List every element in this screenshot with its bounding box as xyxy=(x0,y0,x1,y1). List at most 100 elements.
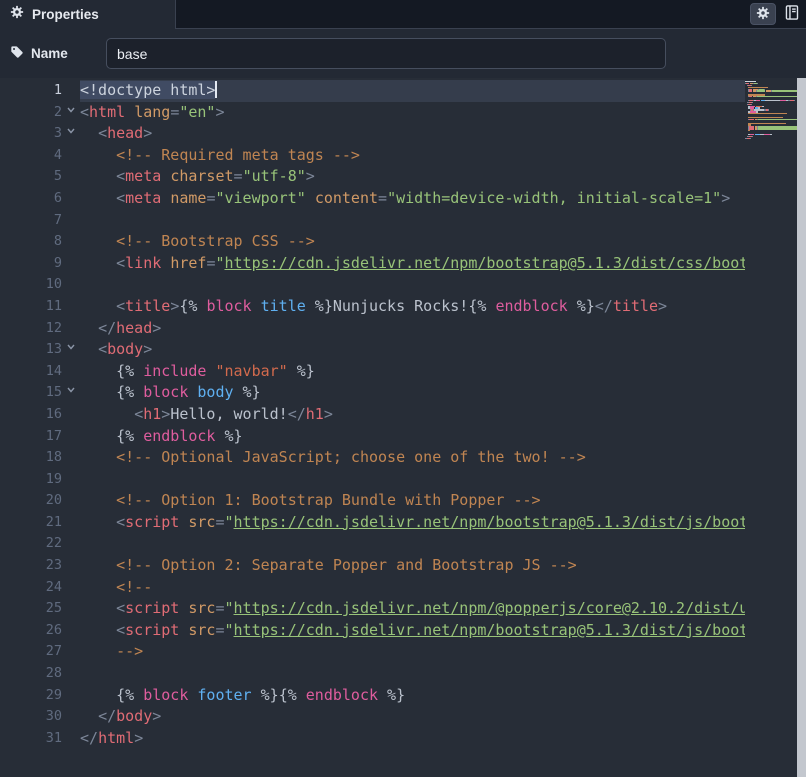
line-number: 9 xyxy=(53,254,62,271)
code-line[interactable]: 10 xyxy=(0,274,745,296)
token: html xyxy=(89,102,126,121)
minimap[interactable] xyxy=(745,81,797,140)
code-text: <script src="https://cdn.jsdelivr.net/np… xyxy=(80,620,745,642)
minimap-token xyxy=(748,113,787,115)
docs-button[interactable] xyxy=(784,4,801,24)
token: title xyxy=(260,296,306,315)
tab-properties[interactable]: Properties xyxy=(0,0,176,29)
token: %} xyxy=(378,685,406,704)
scrollbar[interactable] xyxy=(797,78,806,777)
code-line[interactable]: 24 <!-- xyxy=(0,577,745,599)
token: https://cdn.jsdelivr.net/npm/bootstrap@5… xyxy=(233,620,745,639)
code-line[interactable]: 16 <h1>Hello, world!</h1> xyxy=(0,404,745,426)
code-line[interactable]: 11 <title>{% block title %}Nunjucks Rock… xyxy=(0,296,745,318)
minimap-token xyxy=(762,105,764,107)
token: %} xyxy=(233,383,261,402)
token: < xyxy=(116,512,126,531)
code-line[interactable]: 23 <!-- Option 2: Separate Popper and Bo… xyxy=(0,555,745,577)
code-line[interactable]: 7 xyxy=(0,210,745,232)
line-number: 10 xyxy=(45,276,62,293)
code-line[interactable]: 27 --> xyxy=(0,641,745,663)
token: name xyxy=(170,188,207,207)
fold-arrow-icon[interactable] xyxy=(62,102,80,124)
code-line[interactable]: 14 {% include "navbar" %} xyxy=(0,361,745,383)
code-line[interactable]: 5 <meta charset="utf-8"> xyxy=(0,166,745,188)
code-line[interactable]: 9 <link href="https://cdn.jsdelivr.net/n… xyxy=(0,253,745,275)
minimap-token xyxy=(770,133,772,136)
token: endblock xyxy=(143,426,216,445)
token: </ xyxy=(98,318,117,337)
token: https://cdn.jsdelivr.net/npm/@popperjs/c… xyxy=(233,599,745,618)
token: body xyxy=(107,340,144,359)
code-text: </html> xyxy=(80,728,745,750)
token: = xyxy=(215,512,225,531)
fold-arrow-icon[interactable] xyxy=(62,382,80,404)
editor-settings-button[interactable] xyxy=(750,3,776,25)
line-number: 27 xyxy=(45,643,62,660)
code-line[interactable]: 20 <!-- Option 1: Bootstrap Bundle with … xyxy=(0,490,745,512)
code-line[interactable]: 21 <script src="https://cdn.jsdelivr.net… xyxy=(0,512,745,534)
text-cursor xyxy=(215,81,218,98)
code-line[interactable]: 13 <body> xyxy=(0,339,745,361)
token: < xyxy=(98,340,108,359)
code-editor[interactable]: 1 <!doctype html> 2 <html lang="en"> 3 <head… xyxy=(0,78,806,777)
code-line[interactable]: 18 <!-- Optional JavaScript; choose one … xyxy=(0,447,745,469)
line-number: 30 xyxy=(45,708,62,725)
fold-arrow-icon[interactable] xyxy=(62,339,80,361)
properties-panel: Properties Name base 1 <!doctype html> 2… xyxy=(0,0,806,777)
code-line[interactable]: 29 {% block footer %}{% endblock %} xyxy=(0,685,745,707)
token: "viewport" xyxy=(215,188,306,207)
code-line[interactable]: 19 xyxy=(0,469,745,491)
token: > xyxy=(721,188,731,207)
token: <!-- xyxy=(116,577,153,596)
line-number: 11 xyxy=(45,297,62,314)
code-line[interactable]: 30 </body> xyxy=(0,706,745,728)
token: {% xyxy=(179,296,207,315)
token: script xyxy=(125,599,180,618)
token: {% xyxy=(278,685,306,704)
token: > xyxy=(152,318,162,337)
book-icon xyxy=(784,4,801,24)
code-line[interactable]: 12 </head> xyxy=(0,318,745,340)
token: < xyxy=(134,404,144,423)
code-line[interactable]: 4 <!-- Required meta tags --> xyxy=(0,145,745,167)
code-line[interactable]: 28 xyxy=(0,663,745,685)
code-text: {% block footer %}{% endblock %} xyxy=(80,685,745,707)
fold-arrow-icon[interactable] xyxy=(62,123,80,145)
code-line[interactable]: 25 <script src="https://cdn.jsdelivr.net… xyxy=(0,598,745,620)
code-line[interactable]: 2 <html lang="en"> xyxy=(0,102,745,124)
code-line[interactable]: 31 </html> xyxy=(0,728,745,750)
name-input[interactable] xyxy=(106,38,666,69)
code-text: <!-- Optional JavaScript; choose one of … xyxy=(80,447,745,469)
token: > xyxy=(143,340,153,359)
code-line[interactable]: 8 <!-- Bootstrap CSS --> xyxy=(0,231,745,253)
minimap-token xyxy=(757,82,758,85)
code-text: {% block body %} xyxy=(80,382,745,404)
token: script xyxy=(125,620,180,639)
token: content xyxy=(314,188,379,207)
code-line[interactable]: 6 <meta name="viewport" content="width=d… xyxy=(0,188,745,210)
code-line[interactable]: 22 xyxy=(0,533,745,555)
token: = xyxy=(378,188,388,207)
minimap-line xyxy=(745,137,797,140)
token: %} xyxy=(287,361,315,380)
code-line[interactable]: 26 <script src="https://cdn.jsdelivr.net… xyxy=(0,620,745,642)
code-area[interactable]: 1 <!doctype html> 2 <html lang="en"> 3 <head… xyxy=(0,80,745,749)
token: src xyxy=(188,599,216,618)
code-line[interactable]: 15 {% block body %} xyxy=(0,382,745,404)
code-line[interactable]: 1 <!doctype html> xyxy=(0,80,745,102)
code-line[interactable]: 17 {% endblock %} xyxy=(0,426,745,448)
token: < xyxy=(116,167,126,186)
code-line[interactable]: 3 <head> xyxy=(0,123,745,145)
